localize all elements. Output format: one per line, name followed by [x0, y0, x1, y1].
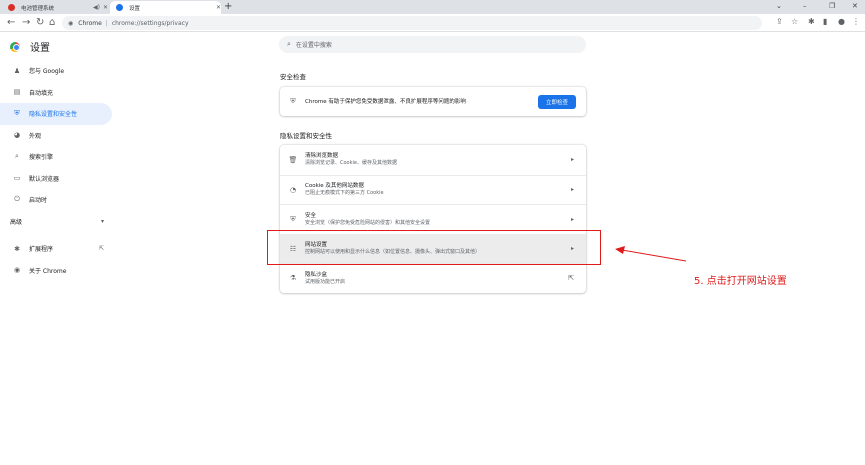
arrow-head [615, 246, 625, 254]
arrow-line [621, 249, 687, 262]
annotation-arrow [615, 246, 687, 262]
annotation-text: 5. 点击打开网站设置 [694, 276, 787, 287]
